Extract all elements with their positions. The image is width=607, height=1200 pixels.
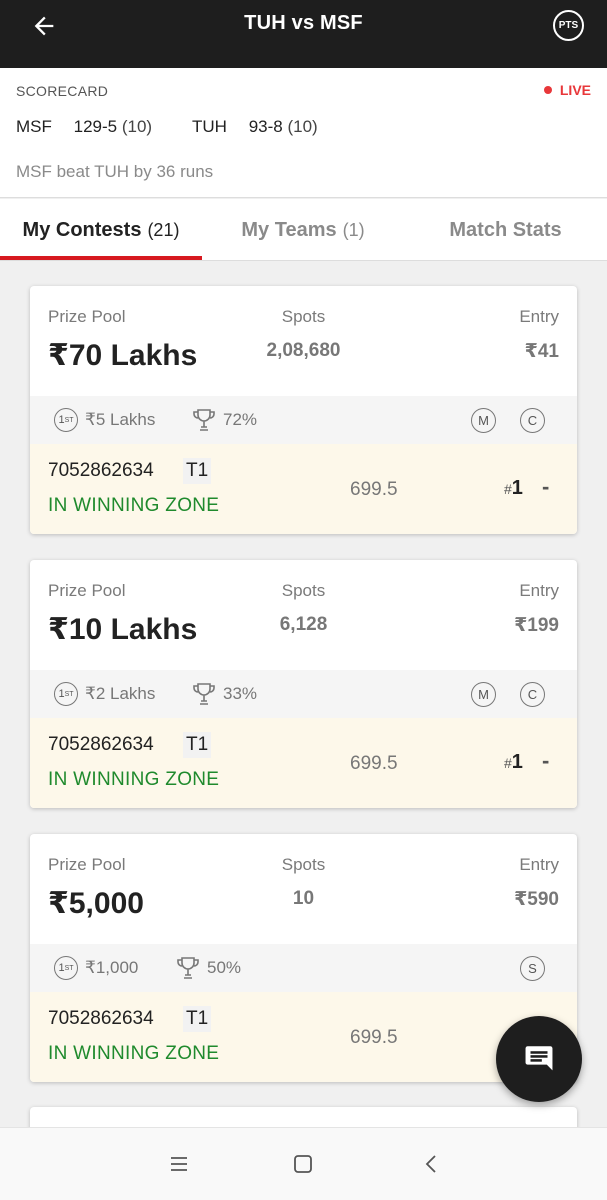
team-score-msf: MSF 129-5 (10) — [16, 117, 152, 137]
entry-fee: ₹590 — [514, 889, 559, 910]
tab-my-teams[interactable]: My Teams (1) — [202, 199, 404, 261]
system-navigation-bar — [0, 1127, 607, 1200]
winning-zone-status: IN WINNING ZONE — [48, 1043, 220, 1064]
match-title: TUH vs MSF — [244, 12, 363, 34]
tab-count: (21) — [147, 219, 180, 240]
rank-value: 1 — [511, 477, 523, 499]
chevron-left-icon — [425, 1155, 436, 1173]
contest-card[interactable]: Prize Pool Spots Entry ₹10 Lakhs 6,128 ₹… — [30, 560, 577, 808]
team-rank: #1 — [504, 477, 523, 500]
chat-button[interactable] — [496, 1016, 582, 1102]
entry-label: Entry — [519, 307, 559, 326]
entry-fee: ₹199 — [514, 615, 559, 636]
joined-team-row[interactable]: 7052862634 T1 IN WINNING ZONE 699.5 — [30, 992, 577, 1082]
trophy-icon — [193, 409, 215, 431]
points-system-button[interactable]: PTS — [553, 10, 584, 41]
menu-icon — [171, 1157, 187, 1171]
entry-fee: ₹41 — [524, 341, 559, 362]
team-points: 699.5 — [350, 753, 398, 774]
spots-value: 10 — [292, 888, 315, 909]
first-suffix: ST — [64, 416, 74, 424]
winning-zone-status: IN WINNING ZONE — [48, 769, 220, 790]
contest-card[interactable]: Prize Pool Spots Entry ₹70 Lakhs 2,08,68… — [30, 286, 577, 534]
tab-my-contests[interactable]: My Contests (21) — [0, 199, 202, 261]
active-tab-indicator — [0, 256, 202, 260]
team-rank: #1 — [504, 751, 523, 774]
rank-change: - — [542, 748, 550, 773]
winners-percentage: 33% — [223, 684, 258, 703]
multi-entry-icon[interactable]: M — [471, 682, 496, 707]
trophy-icon — [193, 683, 215, 705]
team-score-tuh: TUH 93-8 (10) — [192, 117, 318, 137]
system-back-button[interactable] — [419, 1152, 443, 1176]
first-suffix: ST — [64, 964, 74, 972]
team-tag: T1 — [183, 1006, 212, 1032]
tab-label: Match Stats — [449, 218, 562, 241]
tab-bar: My Contests (21) My Teams (1) Match Stats — [0, 199, 607, 261]
winning-zone-status: IN WINNING ZONE — [48, 495, 220, 516]
top-app-bar: TUH vs MSF PTS — [0, 0, 607, 68]
team-name: MSF — [16, 117, 52, 136]
winners-percentage: 72% — [223, 410, 258, 429]
rank-hash: # — [504, 755, 512, 771]
scorecard-panel[interactable]: SCORECARD LIVE MSF 129-5 (10) TUH 93-8 (… — [0, 68, 607, 198]
entry-label: Entry — [519, 855, 559, 874]
contest-info-strip: 1 ST ₹5 Lakhs 72% M C — [30, 396, 577, 444]
team-points: 699.5 — [350, 1027, 398, 1048]
home-button[interactable] — [291, 1152, 315, 1176]
match-result: MSF beat TUH by 36 runs — [16, 162, 214, 181]
team-user-id: 7052862634 — [48, 734, 154, 755]
first-suffix: ST — [64, 690, 74, 698]
first-prize-value: ₹5 Lakhs — [85, 410, 156, 429]
winners-percentage: 50% — [207, 958, 242, 977]
first-prize-value: ₹1,000 — [85, 958, 139, 977]
team-score: 93-8 — [248, 117, 283, 136]
tab-label: My Contests — [22, 218, 142, 241]
first-prize-value: ₹2 Lakhs — [85, 684, 156, 703]
first-prize-icon: 1 ST — [54, 956, 78, 980]
team-score: 129-5 — [73, 117, 118, 136]
spots-label: Spots — [281, 307, 326, 326]
live-label: LIVE — [559, 82, 591, 98]
live-badge: LIVE — [543, 82, 591, 98]
rank-change: - — [542, 474, 550, 499]
joined-team-row[interactable]: 7052862634 T1 IN WINNING ZONE 699.5 #1 - — [30, 444, 577, 534]
contest-info-strip: 1 ST ₹1,000 50% S — [30, 944, 577, 992]
entry-label: Entry — [519, 581, 559, 600]
team-tag: T1 — [183, 458, 212, 484]
recent-apps-button[interactable] — [167, 1152, 191, 1176]
first-prize-icon: 1 ST — [54, 682, 78, 706]
home-square-icon — [294, 1155, 312, 1173]
tab-label: My Teams — [241, 218, 337, 241]
team-overs: (10) — [121, 117, 153, 136]
tab-count: (1) — [342, 219, 365, 240]
first-prize-icon: 1 ST — [54, 408, 78, 432]
rank-value: 1 — [511, 751, 523, 773]
spots-label: Spots — [281, 855, 326, 874]
confirmed-icon[interactable]: C — [520, 408, 545, 433]
rank-hash: # — [504, 481, 512, 497]
live-dot-icon — [543, 86, 552, 94]
joined-team-row[interactable]: 7052862634 T1 IN WINNING ZONE 699.5 #1 - — [30, 718, 577, 808]
confirmed-icon[interactable]: C — [520, 682, 545, 707]
contest-card[interactable]: Prize Pool Spots Entry ₹5,000 10 ₹590 1S… — [30, 834, 577, 1082]
chat-icon — [525, 1046, 553, 1071]
spots-label: Spots — [281, 581, 326, 600]
tab-match-stats[interactable]: Match Stats — [404, 199, 607, 261]
spots-value: 2,08,680 — [266, 340, 341, 361]
scorecard-label: SCORECARD — [16, 83, 109, 99]
contest-info-strip: 1 ST ₹2 Lakhs 33% M C — [30, 670, 577, 718]
trophy-icon — [177, 957, 199, 979]
team-user-id: 7052862634 — [48, 1008, 154, 1029]
team-points: 699.5 — [350, 479, 398, 500]
team-user-id: 7052862634 — [48, 460, 154, 481]
team-overs: (10) — [287, 117, 318, 136]
single-entry-icon[interactable]: S — [520, 956, 545, 981]
spots-value: 6,128 — [279, 614, 328, 635]
team-name: TUH — [192, 117, 227, 136]
team-tag: T1 — [183, 732, 212, 758]
multi-entry-icon[interactable]: M — [471, 408, 496, 433]
